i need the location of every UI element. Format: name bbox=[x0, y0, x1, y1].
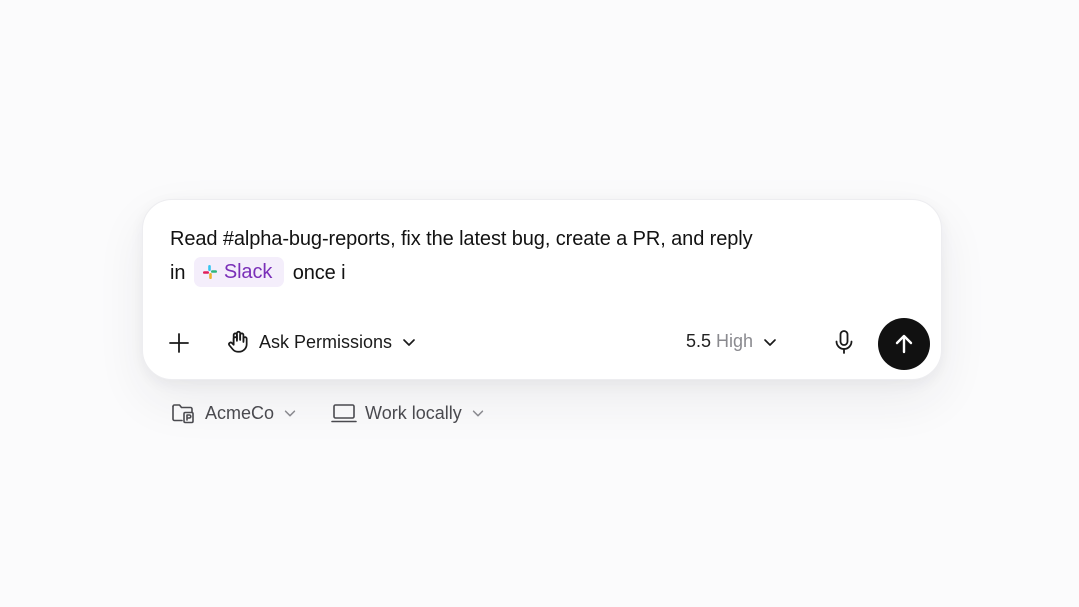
model-label: 5.5 High bbox=[686, 331, 753, 352]
prompt-text-after-mention: once i bbox=[292, 262, 346, 284]
organization-selector[interactable]: AcmeCo bbox=[171, 401, 298, 425]
prompt-line-2: in Slack once i bbox=[170, 256, 890, 290]
chevron-down-icon bbox=[761, 333, 779, 351]
context-bar: AcmeCo Work locally bbox=[171, 398, 486, 428]
arrow-up-icon bbox=[892, 332, 916, 356]
chevron-down-icon bbox=[470, 405, 486, 421]
microphone-icon bbox=[832, 329, 856, 355]
mention-label: Slack bbox=[223, 260, 273, 283]
prompt-composer[interactable]: Read #alpha-bug-reports, fix the latest … bbox=[142, 199, 942, 380]
slack-mention-chip[interactable]: Slack bbox=[193, 256, 285, 287]
permissions-dropdown[interactable]: Ask Permissions bbox=[225, 329, 418, 355]
model-selector[interactable]: 5.5 High bbox=[686, 331, 779, 352]
composer-toolbar: Ask Permissions 5.5 High bbox=[143, 318, 941, 370]
add-attachment-button[interactable] bbox=[167, 331, 191, 355]
model-version: 5.5 bbox=[686, 331, 712, 351]
slack-icon bbox=[202, 264, 218, 280]
prompt-text-before-mention: in bbox=[170, 262, 186, 284]
prompt-line-1: Read #alpha-bug-reports, fix the latest … bbox=[170, 228, 753, 250]
workspace-selector[interactable]: Work locally bbox=[331, 402, 486, 424]
prompt-input[interactable]: Read #alpha-bug-reports, fix the latest … bbox=[170, 222, 890, 290]
workspace-label: Work locally bbox=[365, 402, 462, 423]
folder-icon bbox=[171, 401, 197, 425]
voice-input-button[interactable] bbox=[832, 329, 856, 355]
hand-icon bbox=[225, 329, 251, 355]
plus-icon bbox=[167, 331, 191, 355]
model-level: High bbox=[716, 331, 754, 351]
chevron-down-icon bbox=[400, 333, 418, 351]
organization-label: AcmeCo bbox=[205, 402, 275, 423]
chevron-down-icon bbox=[282, 405, 298, 421]
page: Read #alpha-bug-reports, fix the latest … bbox=[0, 0, 1079, 607]
permissions-label: Ask Permissions bbox=[259, 331, 393, 352]
send-button[interactable] bbox=[878, 318, 930, 370]
laptop-icon bbox=[331, 402, 357, 424]
